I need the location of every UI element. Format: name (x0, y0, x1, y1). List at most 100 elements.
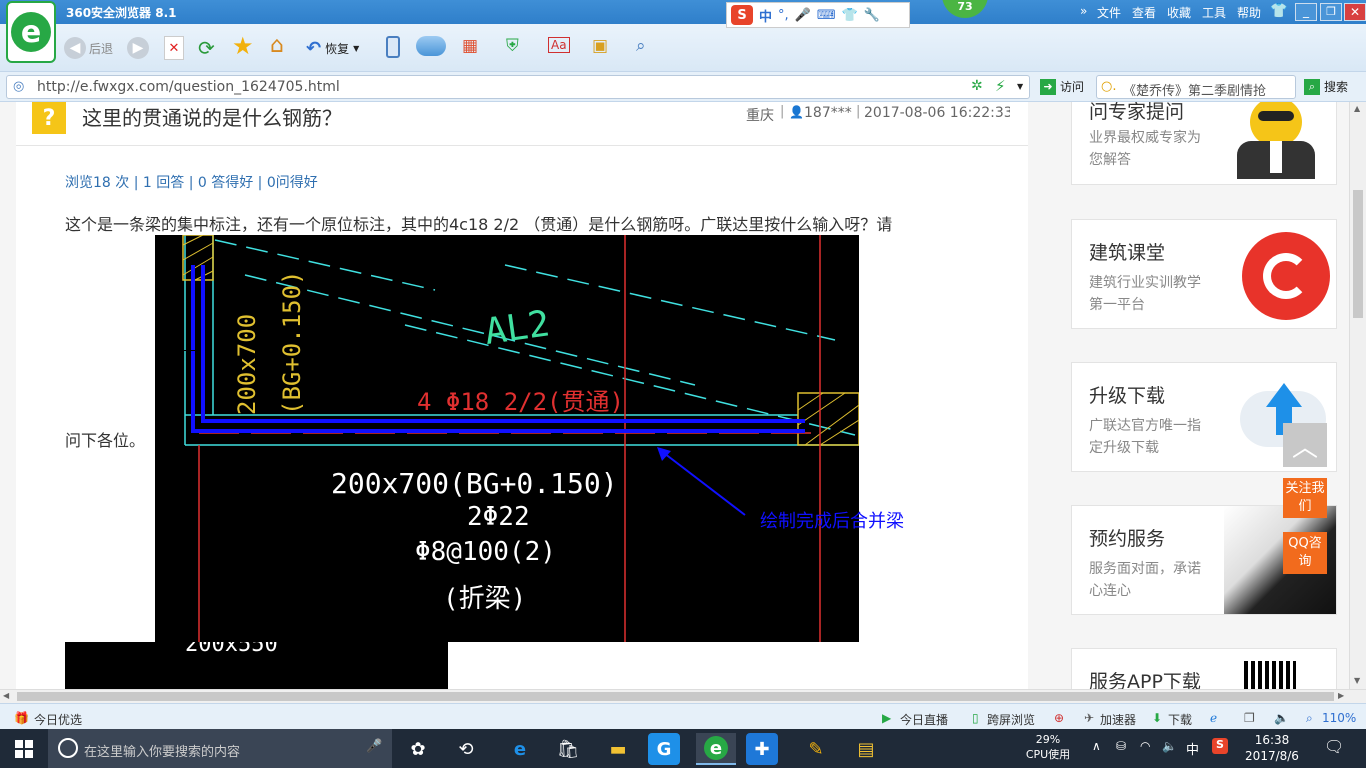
translate-icon[interactable]: Aa (548, 37, 570, 53)
search-engine-icon[interactable]: ○. (1101, 79, 1116, 94)
restore-button[interactable]: ❐ (1320, 3, 1342, 21)
vertical-scrollbar[interactable]: ▲ ▼ (1349, 102, 1366, 689)
menu-file[interactable]: 文件 (1097, 4, 1121, 21)
scroll-down-icon[interactable]: ▼ (1354, 676, 1360, 685)
back-to-top-button[interactable]: ︿ (1283, 423, 1327, 467)
expert-card[interactable]: 问专家提问 业界最权威专家为您解答 (1071, 102, 1337, 185)
wrench-icon[interactable]: 🔧 (864, 8, 880, 23)
volume-icon[interactable]: 🔈 (1274, 711, 1289, 725)
tray-wifi-icon[interactable]: ◠ (1140, 739, 1150, 753)
apps-icon[interactable]: ▦ (462, 36, 478, 56)
tray-volume-icon[interactable]: 🔈 (1162, 739, 1177, 753)
cad-drawing-image: AL2 200x700 (BG+0.150) 4 Φ18 2/2(贯通) 200… (155, 235, 859, 642)
cpu-percent: 29% (1035, 733, 1061, 746)
go-button[interactable]: ➜ 访问 (1040, 78, 1084, 95)
notes-app-icon[interactable]: ✎ (796, 733, 836, 765)
menu-tools[interactable]: 工具 (1202, 4, 1226, 21)
menu-view[interactable]: 查看 (1132, 4, 1156, 21)
task-view-icon[interactable]: ✿ (398, 733, 438, 765)
plus-icon[interactable]: ⊕ (1054, 711, 1064, 725)
course-card[interactable]: 建筑课堂 建筑行业实训教学第一平台 (1071, 219, 1337, 329)
window-icon[interactable]: ❐ (1244, 711, 1255, 725)
lightning-icon[interactable]: ⚡ (995, 77, 1006, 95)
dropdown-arrow-icon[interactable]: ▼ (1017, 82, 1023, 91)
status-today-picks[interactable]: 今日优选 (34, 711, 82, 728)
ie-icon[interactable]: ℯ (1210, 711, 1217, 725)
chevron-double-icon[interactable]: » (1080, 4, 1087, 18)
search-input[interactable]: 《楚乔传》第二季剧情抢 (1123, 80, 1266, 98)
scroll-up-icon[interactable]: ▲ (1354, 104, 1360, 113)
menu-help[interactable]: 帮助 (1237, 4, 1261, 21)
horizontal-scrollbar[interactable]: ◀ ▶ (0, 689, 1366, 703)
status-cross-screen[interactable]: 跨屏浏览 (987, 711, 1035, 728)
scroll-left-icon[interactable]: ◀ (3, 691, 9, 700)
ime-toolbar[interactable]: S 中 °, 🎤 ⌨ 👕 🔧 (726, 2, 910, 28)
tray-network-icon[interactable]: ⛁ (1116, 739, 1126, 753)
home-icon[interactable]: ⌂ (270, 33, 284, 58)
question-location[interactable]: 重庆 (746, 105, 774, 125)
status-zoom[interactable]: 110% (1322, 711, 1356, 725)
store-icon[interactable]: 🛍 (548, 733, 588, 765)
close-button[interactable]: ✕ (1344, 3, 1366, 21)
taskbar-search-input[interactable]: 在这里输入你要搜索的内容 (84, 741, 240, 760)
forward-icon[interactable]: ▶ (127, 37, 149, 59)
favorite-star-icon[interactable]: ★ (232, 32, 254, 60)
action-center-icon[interactable]: 🗨 (1324, 737, 1344, 756)
punct-icon[interactable]: °, (778, 8, 789, 23)
keyboard-icon[interactable]: ⌨ (817, 8, 836, 23)
address-bar[interactable]: ◎ http://e.fwxgx.com/question_1624705.ht… (6, 75, 1030, 99)
browser-360-taskbar-icon[interactable]: e (696, 733, 736, 765)
calendar-app-icon[interactable]: ▤ (846, 733, 886, 765)
search-box[interactable]: ○. 《楚乔传》第二季剧情抢 (1096, 75, 1296, 99)
clock[interactable]: 16:38 2017/8/6 (1240, 732, 1304, 764)
search-button[interactable]: ⌕ 搜索 (1304, 78, 1348, 95)
phone-icon[interactable] (386, 36, 400, 58)
status-accelerator[interactable]: 加速器 (1100, 711, 1136, 728)
url-text[interactable]: http://e.fwxgx.com/question_1624705.html (37, 79, 340, 95)
scroll-right-icon[interactable]: ▶ (1338, 691, 1344, 700)
tray-sogou-icon[interactable]: S (1212, 738, 1228, 754)
shield-icon[interactable]: ⛨ (506, 36, 519, 56)
stop-icon[interactable]: ✕ (164, 36, 184, 60)
menu-favorites[interactable]: 收藏 (1167, 4, 1191, 21)
beam-id-label: AL2 (482, 303, 552, 353)
status-live[interactable]: 今日直播 (900, 711, 948, 728)
tray-expand-icon[interactable]: ∧ (1092, 739, 1101, 753)
skin-icon[interactable]: 👕 (842, 8, 858, 23)
file-explorer-icon[interactable]: ▬ (598, 733, 638, 765)
ime-mode[interactable]: 中 (759, 6, 772, 25)
annotation-text: 绘制完成后合并梁 (760, 511, 904, 532)
restore-tab-button[interactable]: ↶ 恢复 ▼ (306, 38, 359, 59)
back-button[interactable]: ◀ 后退 (64, 37, 113, 59)
skin-shirt-icon[interactable]: 👕 (1270, 3, 1287, 19)
notification-badge[interactable]: 73 (942, 0, 988, 18)
mic-icon[interactable]: 🎤 (795, 8, 811, 23)
screenshot-icon[interactable]: ▣ (592, 36, 608, 56)
card-desc: 广联达官方唯一指定升级下载 (1089, 418, 1201, 456)
zoom-icon[interactable]: ⌕ (636, 36, 646, 56)
refresh-icon[interactable]: ⟳ (198, 36, 215, 60)
sogou-icon: S (731, 5, 753, 25)
glodon-app-icon[interactable]: G (648, 733, 680, 765)
taskbar-search[interactable]: 在这里输入你要搜索的内容 🎤 (48, 729, 392, 768)
app-cross-icon[interactable]: ✚ (746, 733, 778, 765)
edge-browser-icon[interactable]: e (500, 733, 540, 765)
minimize-button[interactable]: _ (1295, 3, 1317, 21)
scroll-thumb[interactable] (1353, 190, 1363, 318)
mic-small-icon[interactable]: 🎤 (366, 739, 382, 754)
gift-icon[interactable]: 🎁 (14, 711, 29, 725)
qq-consult-button[interactable]: QQ咨询 (1283, 532, 1327, 574)
hscroll-thumb[interactable] (17, 692, 1334, 701)
question-user[interactable]: 187*** (804, 105, 852, 121)
web-page: ? 这里的贯通说的是什么钢筋？ 重庆 | 👤 187*** | 2017-08-… (0, 102, 1349, 689)
go-label: 访问 (1060, 80, 1085, 94)
cad-drawing-image-lower: 200x550 (65, 642, 448, 689)
start-button[interactable] (4, 733, 44, 765)
cpu-label: CPU使用 (1025, 748, 1071, 761)
status-download[interactable]: 下载 (1168, 711, 1192, 728)
app-swirl-icon[interactable]: ⟲ (446, 733, 486, 765)
cloud-icon[interactable] (416, 36, 446, 56)
follow-us-button[interactable]: 关注我们 (1283, 478, 1327, 518)
tray-ime[interactable]: 中 (1186, 739, 1199, 758)
app-card[interactable]: 服务APP下载 (1071, 648, 1337, 689)
